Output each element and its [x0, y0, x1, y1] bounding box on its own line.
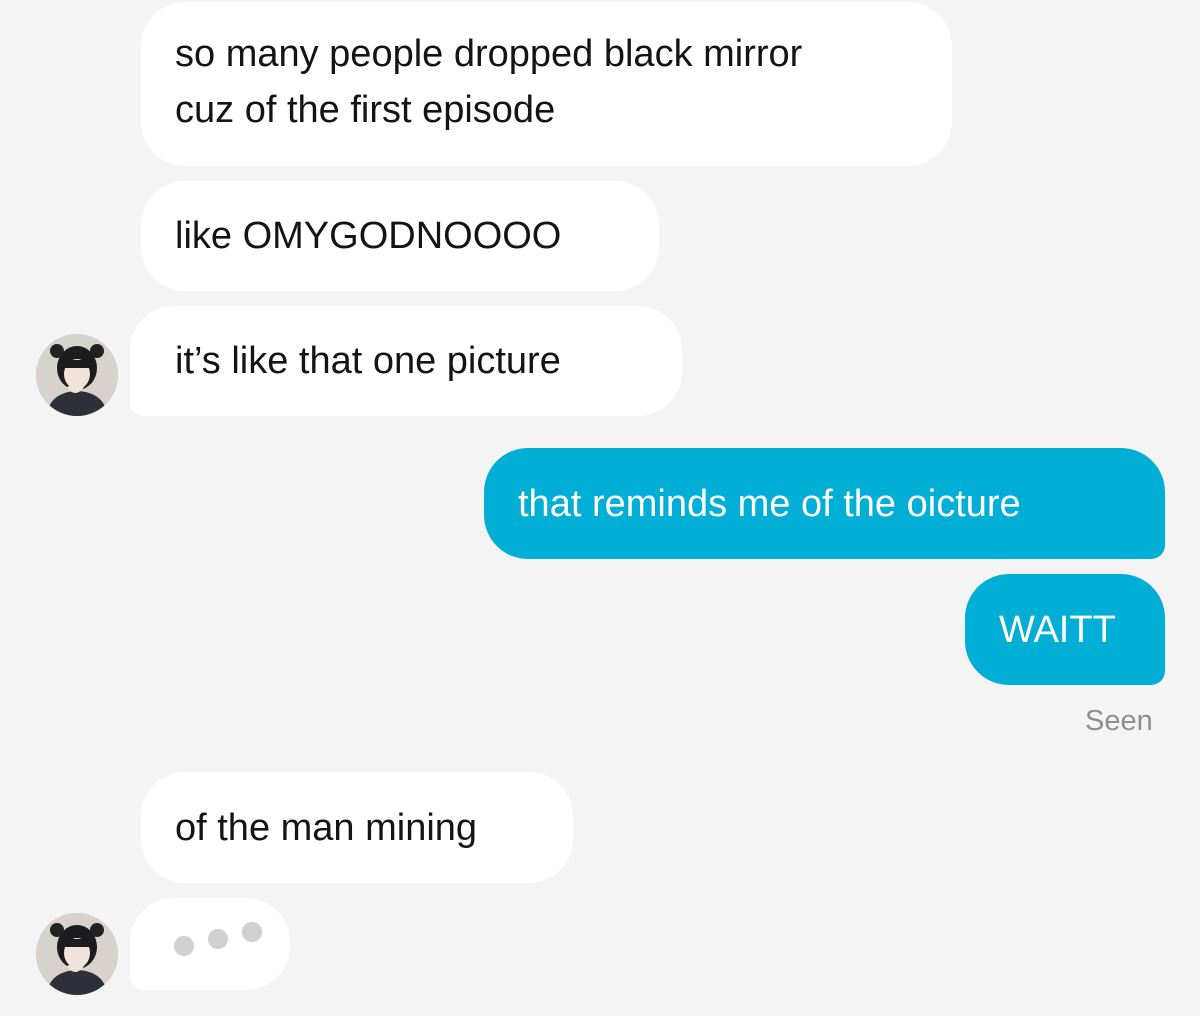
avatar[interactable] — [36, 913, 118, 995]
seen-receipt: Seen — [1085, 705, 1153, 737]
typing-dot — [242, 922, 262, 942]
message-text: WAITT — [999, 609, 1116, 651]
message-text-line: so many people dropped black mirror — [175, 33, 803, 75]
typing-dot — [174, 936, 194, 956]
message-text: that reminds me of the oicture — [518, 483, 1021, 525]
typing-indicator-bubble — [130, 898, 290, 990]
message-bubble-incoming[interactable]: it’s like that one picture — [130, 306, 682, 416]
message-text-line: cuz of the first episode — [175, 89, 556, 131]
message-text: it’s like that one picture — [175, 340, 561, 382]
message-bubble-outgoing[interactable]: WAITT — [965, 574, 1165, 685]
message-bubble-incoming[interactable]: like OMYGODNOOOO — [141, 181, 659, 291]
avatar[interactable] — [36, 334, 118, 416]
message-text: like OMYGODNOOOO — [175, 215, 562, 257]
typing-indicator-icon — [174, 922, 276, 956]
message-bubble-incoming[interactable]: so many people dropped black mirror cuz … — [141, 2, 952, 166]
message-bubble-incoming[interactable]: of the man mining — [141, 772, 573, 883]
message-text: of the man mining — [175, 807, 478, 849]
typing-dot — [208, 929, 228, 949]
message-bubble-outgoing[interactable]: that reminds me of the oicture — [484, 448, 1165, 559]
